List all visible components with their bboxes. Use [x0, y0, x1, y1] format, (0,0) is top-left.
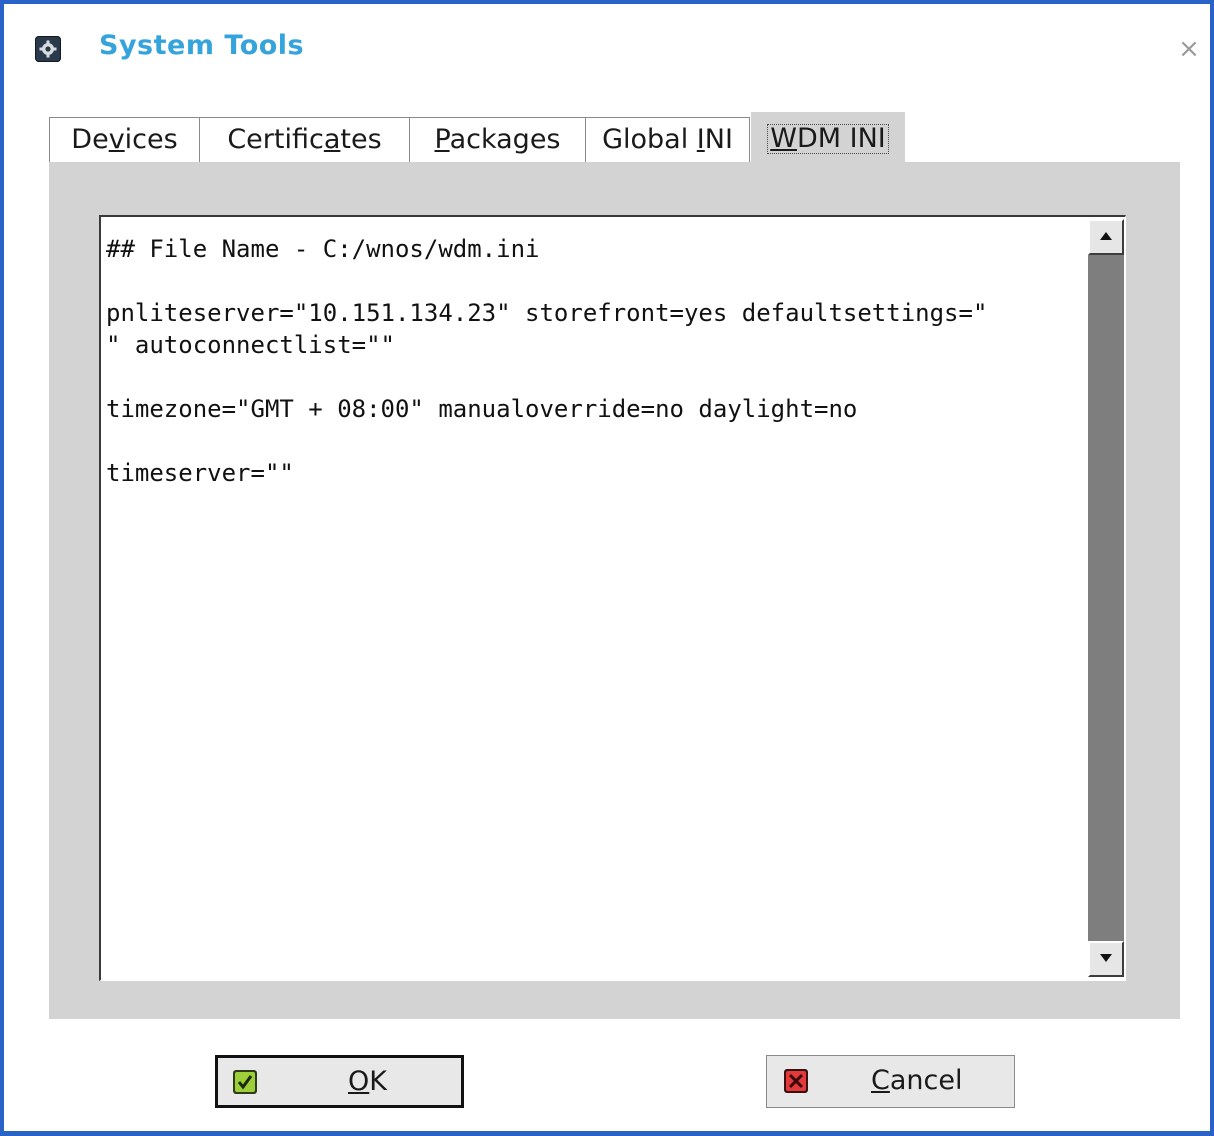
vertical-scrollbar[interactable] — [1088, 219, 1124, 977]
tab-certificates[interactable]: Certificates — [199, 117, 410, 163]
tab-label: Global INI — [602, 124, 733, 155]
check-icon — [233, 1070, 257, 1094]
tab-label: WDM INI — [767, 124, 889, 154]
tab-wdm-ini[interactable]: WDM INI — [751, 112, 905, 164]
scroll-down-button[interactable] — [1088, 941, 1124, 977]
ok-button[interactable]: OK — [215, 1055, 464, 1108]
gear-icon — [35, 36, 61, 62]
ini-content[interactable]: ## File Name - C:/wnos/wdm.ini pnliteser… — [106, 233, 1086, 489]
tab-label: Packages — [434, 124, 561, 155]
ini-editor[interactable]: ## File Name - C:/wnos/wdm.ini pnliteser… — [99, 215, 1126, 981]
ok-label: OK — [348, 1066, 387, 1097]
x-icon — [784, 1069, 808, 1093]
tab-devices[interactable]: Devices — [49, 117, 200, 163]
dialog-title: System Tools — [99, 30, 305, 61]
scroll-up-button[interactable] — [1088, 219, 1124, 255]
cancel-button[interactable]: Cancel — [766, 1055, 1015, 1108]
tab-label: Devices — [71, 124, 178, 155]
arrow-down-icon — [1100, 954, 1112, 962]
cancel-label: Cancel — [871, 1065, 963, 1096]
close-icon[interactable]: × — [1176, 36, 1202, 62]
tab-packages[interactable]: Packages — [409, 117, 586, 163]
tab-global-ini[interactable]: Global INI — [585, 117, 750, 163]
arrow-up-icon — [1100, 232, 1112, 240]
tab-label: Certificates — [227, 124, 382, 155]
